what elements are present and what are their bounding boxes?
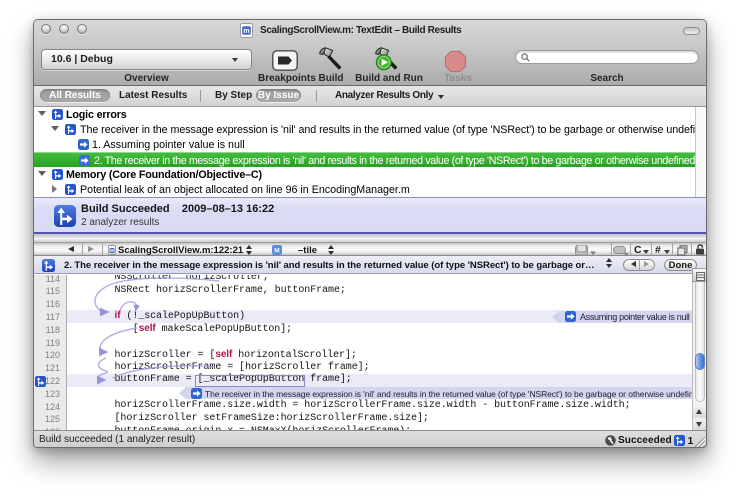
svg-text:M: M <box>110 248 114 253</box>
svg-text:m: m <box>243 28 249 35</box>
svg-text:M: M <box>274 248 279 255</box>
